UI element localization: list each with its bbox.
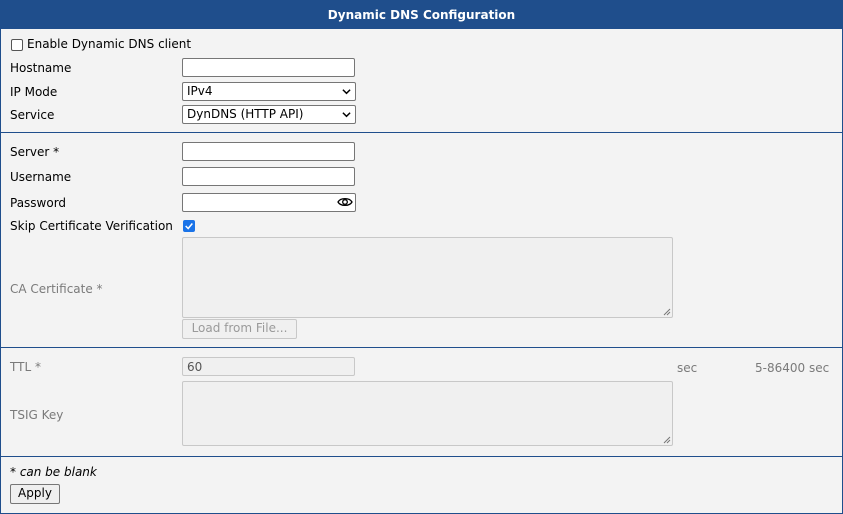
- load-from-file-button[interactable]: Load from File...: [182, 319, 297, 339]
- ip-mode-select[interactable]: IPv4: [182, 82, 356, 101]
- hostname-input[interactable]: [182, 58, 355, 77]
- username-label: Username: [10, 170, 72, 184]
- password-input[interactable]: [182, 193, 356, 212]
- resize-grip-icon[interactable]: [663, 436, 671, 444]
- ttl-input[interactable]: [182, 357, 355, 376]
- ca-cert-textarea[interactable]: [182, 237, 673, 318]
- service-value: DynDNS (HTTP API): [187, 107, 304, 121]
- ttl-label: TTL *: [10, 360, 41, 374]
- blank-note: * can be blank: [10, 465, 97, 479]
- server-input[interactable]: [182, 142, 355, 161]
- section-divider: [1, 456, 842, 457]
- server-label: Server *: [10, 145, 60, 159]
- resize-grip-icon[interactable]: [663, 308, 671, 316]
- ip-mode-label: IP Mode: [10, 85, 58, 99]
- chevron-down-icon: [342, 89, 351, 95]
- section-divider: [1, 347, 842, 348]
- ca-cert-label: CA Certificate *: [10, 282, 103, 296]
- ddns-panel: Dynamic DNS Configuration Enable Dynamic…: [0, 0, 843, 514]
- enable-ddns-checkbox[interactable]: [11, 39, 23, 51]
- username-input[interactable]: [182, 167, 355, 186]
- password-label: Password: [10, 196, 67, 210]
- panel-title: Dynamic DNS Configuration: [1, 1, 842, 29]
- skip-cert-label: Skip Certificate Verification: [10, 219, 173, 233]
- check-icon: [185, 223, 193, 230]
- tsig-key-textarea[interactable]: [182, 381, 673, 446]
- chevron-down-icon: [342, 112, 351, 118]
- ttl-unit: sec: [677, 361, 698, 375]
- skip-cert-checkbox[interactable]: [183, 220, 195, 232]
- eye-icon[interactable]: [337, 196, 353, 208]
- tsig-key-label: TSIG Key: [10, 408, 64, 422]
- enable-ddns-label: Enable Dynamic DNS client: [27, 37, 192, 51]
- service-select[interactable]: DynDNS (HTTP API): [182, 105, 356, 124]
- apply-button[interactable]: Apply: [10, 484, 60, 504]
- hostname-label: Hostname: [10, 61, 72, 75]
- ip-mode-value: IPv4: [187, 84, 213, 98]
- service-label: Service: [10, 108, 55, 122]
- section-divider: [1, 132, 842, 133]
- ttl-range: 5-86400 sec: [755, 361, 830, 375]
